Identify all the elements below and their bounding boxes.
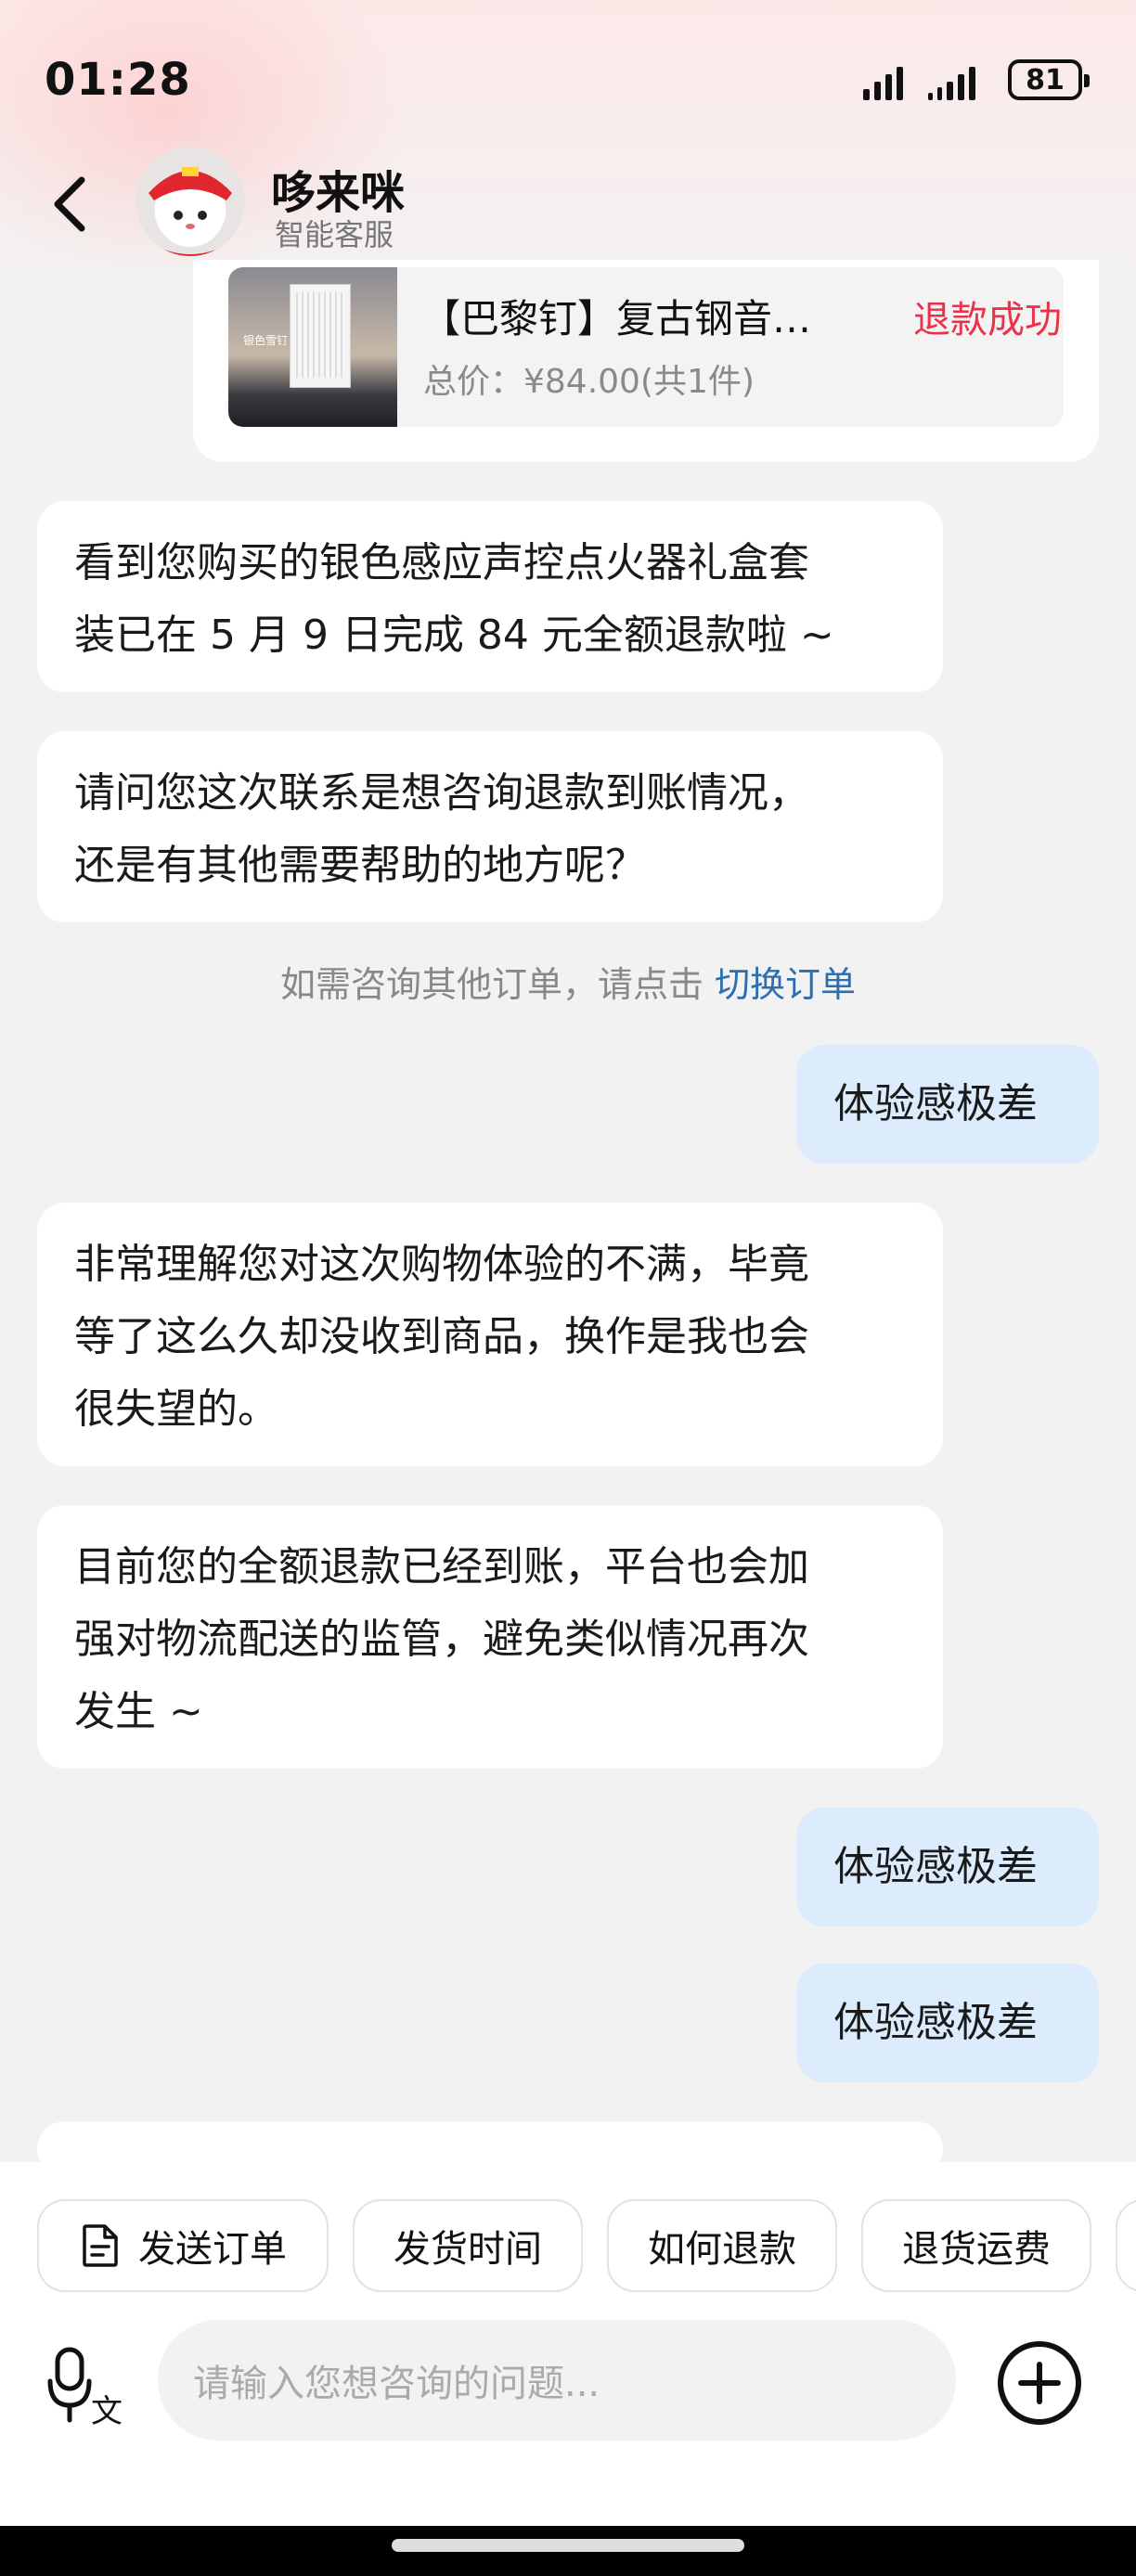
- hint-text: 如需咨询其他订单，请点击: [279, 964, 716, 1005]
- battery-level: 81: [1026, 63, 1065, 97]
- message-text: 体验感极差: [833, 1843, 1038, 1890]
- message-line: 强对物流配送的监管，避免类似情况再次: [74, 1616, 809, 1663]
- shipping-time-button[interactable]: 发货时间: [353, 2199, 583, 2292]
- voice-translate-icon[interactable]: 文: [45, 2344, 128, 2430]
- switch-order-hint: 如需咨询其他订单，请点击 切换订单: [0, 956, 1136, 1007]
- document-icon: [83, 2224, 118, 2267]
- chip-label: 发送订单: [138, 2228, 287, 2271]
- user-message: 体验感极差: [796, 1808, 1099, 1926]
- message-line: 等了这么久却没收到商品，换作是我也会: [74, 1313, 809, 1360]
- order-total-price: 总价：¥84.00(共1件): [423, 363, 755, 401]
- message-line: 非常理解您对这次购物体验的不满，毕竟: [74, 1241, 809, 1288]
- message-text: 体验感极差: [833, 1080, 1038, 1127]
- refund-status: 退款成功: [913, 299, 1062, 341]
- message-line: 发生 ~: [74, 1688, 203, 1735]
- order-summary[interactable]: 银色雪钉 【巴黎钉】复古钢音… 退款成功 总价：¥84.00(共1件): [228, 267, 1064, 427]
- message-line: 目前您的全额退款已经到账，平台也会加: [74, 1543, 809, 1591]
- avatar[interactable]: [136, 147, 245, 256]
- return-shipping-fee-button[interactable]: 退货运费: [861, 2199, 1091, 2292]
- order-card[interactable]: 银色雪钉 【巴黎钉】复古钢音… 退款成功 总价：¥84.00(共1件): [193, 260, 1099, 462]
- user-message: 体验感极差: [796, 1045, 1099, 1164]
- product-image-label: 银色雪钉: [243, 334, 289, 347]
- message-line: 请问您这次联系是想咨询退款到账情况，: [74, 769, 809, 817]
- battery-icon: 81: [1008, 59, 1090, 100]
- chip-label: 发货时间: [394, 2228, 542, 2271]
- message-line: 还是有其他需要帮助的地方呢？: [74, 842, 646, 889]
- user-message: 体验感极差: [796, 1964, 1099, 2082]
- agent-message: 目前您的全额退款已经到账，平台也会加 强对物流配送的监管，避免类似情况再次 发生…: [37, 1505, 943, 1769]
- cellular-signal-icon: [863, 63, 903, 100]
- system-nav-bar: [0, 2526, 1136, 2576]
- svg-text:文: 文: [91, 2393, 123, 2428]
- question-input[interactable]: 请输入您想咨询的问题...: [158, 2320, 956, 2441]
- chip-label: 如何退款: [648, 2228, 796, 2271]
- agent-message: 非常理解您对这次购物体验的不满，毕竟 等了这么久却没收到商品，换作是我也会 很失…: [37, 1203, 943, 1466]
- message-line: 看到您购买的银色感应声控点火器礼盒套: [74, 539, 809, 586]
- message-line: 很失望的。: [74, 1385, 278, 1433]
- how-to-refund-button[interactable]: 如何退款: [607, 2199, 837, 2292]
- cellular-signal-2-icon: [928, 63, 975, 100]
- input-panel: 发送订单 发货时间 如何退款 退货运费 文 请输入您想咨询的问题...: [0, 2162, 1136, 2576]
- page-subtitle: 智能客服: [275, 217, 394, 252]
- chip-label: 退货运费: [902, 2228, 1051, 2271]
- product-title: 【巴黎钉】复古钢音…: [421, 296, 812, 341]
- message-text: 体验感极差: [833, 1999, 1038, 2046]
- product-image: 银色雪钉: [228, 267, 397, 427]
- agent-message: 看到您购买的银色感应声控点火器礼盒套 装已在 5 月 9 日完成 84 元全额退…: [37, 501, 943, 692]
- agent-message: 请问您这次联系是想咨询退款到账情况， 还是有其他需要帮助的地方呢？: [37, 731, 943, 922]
- message-line: 装已在 5 月 9 日完成 84 元全额退款啦 ~: [74, 612, 834, 659]
- status-time: 01:28: [45, 54, 191, 106]
- input-placeholder: 请输入您想咨询的问题...: [193, 2363, 600, 2405]
- product-box-graphic: [290, 284, 351, 388]
- back-arrow-icon[interactable]: [45, 167, 100, 241]
- home-indicator[interactable]: [392, 2539, 744, 2552]
- send-order-button[interactable]: 发送订单: [37, 2199, 329, 2292]
- switch-order-link[interactable]: 切换订单: [715, 964, 856, 1005]
- more-chip-partial[interactable]: [1116, 2199, 1136, 2292]
- plus-circle-icon[interactable]: [993, 2337, 1086, 2429]
- status-bar: 01:28 81: [0, 0, 1136, 167]
